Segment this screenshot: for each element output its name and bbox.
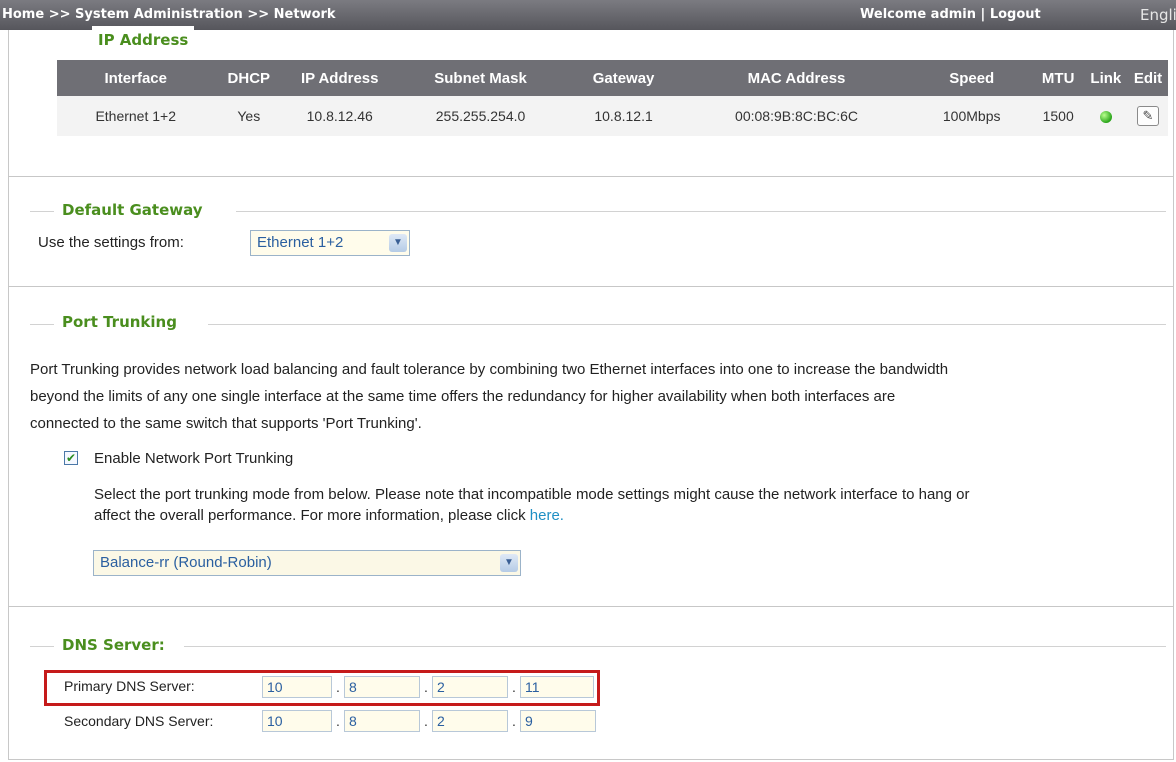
gateway-settings-label: Use the settings from: <box>38 234 184 251</box>
primary-dns-octet-2[interactable] <box>344 676 420 698</box>
ip-address-legend: IP Address <box>92 26 195 46</box>
trunking-mode-select[interactable]: Balance-rr (Round-Robin) ▼ <box>93 550 521 576</box>
interface-table: Interface DHCP IP Address Subnet Mask Ga… <box>57 60 1168 136</box>
cell-subnet-mask: 255.255.254.0 <box>396 96 565 136</box>
section-divider <box>8 176 1174 177</box>
table-header-row: Interface DHCP IP Address Subnet Mask Ga… <box>57 60 1168 96</box>
breadcrumb-separator: >> <box>247 7 270 22</box>
description-line-2: beyond the limits of any one single inte… <box>30 388 896 405</box>
user-welcome: Welcome admin | Logout <box>860 7 1041 22</box>
legend-rule <box>184 646 1166 647</box>
default-gateway-legend: Default Gateway <box>56 201 209 219</box>
breadcrumb-system-administration[interactable]: System Administration <box>75 7 243 22</box>
col-edit: Edit <box>1128 60 1168 96</box>
enable-port-trunking-label[interactable]: Enable Network Port Trunking <box>94 450 293 467</box>
enable-port-trunking-checkbox[interactable]: ✔ <box>64 451 78 465</box>
secondary-dns-octet-3[interactable] <box>432 710 508 732</box>
port-trunking-legend: Port Trunking <box>56 313 183 331</box>
ip-separator: . <box>336 679 340 695</box>
cell-interface: Ethernet 1+2 <box>57 96 215 136</box>
ip-separator: . <box>512 713 516 729</box>
language-selector[interactable]: English <box>1140 6 1176 24</box>
cell-edit: ✎ <box>1128 96 1168 136</box>
col-interface: Interface <box>57 60 215 96</box>
more-info-link[interactable]: here. <box>530 507 564 524</box>
port-trunking-description: Port Trunking provides network load bala… <box>30 356 1170 437</box>
welcome-divider: | <box>980 7 986 22</box>
cell-dhcp: Yes <box>214 96 284 136</box>
primary-dns-octet-4[interactable] <box>520 676 594 698</box>
breadcrumb-separator: >> <box>48 7 71 22</box>
description-line-1: Port Trunking provides network load bala… <box>30 361 949 378</box>
welcome-text: Welcome admin <box>860 7 977 22</box>
mode-description: Select the port trunking mode from below… <box>94 484 1170 526</box>
cell-mac-address: 00:08:9B:8C:BC:6C <box>682 96 911 136</box>
table-row: Ethernet 1+2 Yes 10.8.12.46 255.255.254.… <box>57 96 1168 136</box>
ip-separator: . <box>424 713 428 729</box>
mode-text-line-1: Select the port trunking mode from below… <box>94 486 970 503</box>
col-mtu: MTU <box>1032 60 1084 96</box>
legend-rule <box>30 211 54 212</box>
cell-gateway: 10.8.12.1 <box>564 96 683 136</box>
secondary-dns-octet-4[interactable] <box>520 710 596 732</box>
section-divider <box>8 606 1174 607</box>
legend-rule <box>30 646 54 647</box>
legend-rule <box>30 324 54 325</box>
link-status-icon <box>1099 111 1112 124</box>
chevron-down-icon: ▼ <box>500 554 518 572</box>
cell-speed: 100Mbps <box>910 96 1033 136</box>
secondary-dns-octet-1[interactable] <box>262 710 332 732</box>
col-gateway: Gateway <box>564 60 683 96</box>
cell-link <box>1083 96 1129 136</box>
ip-separator: . <box>424 679 428 695</box>
edit-icon[interactable]: ✎ <box>1137 106 1159 126</box>
ip-separator: . <box>336 713 340 729</box>
cell-ip-address: 10.8.12.46 <box>283 96 397 136</box>
gateway-interface-value: Ethernet 1+2 <box>257 234 344 251</box>
col-mac-address: MAC Address <box>682 60 911 96</box>
col-ip-address: IP Address <box>283 60 397 96</box>
dns-server-legend: DNS Server: <box>56 636 171 654</box>
legend-rule <box>236 211 1166 212</box>
secondary-dns-octet-2[interactable] <box>344 710 420 732</box>
mode-text-line-2-wrap: affect the overall performance. For more… <box>94 505 1170 526</box>
description-line-3: connected to the same switch that suppor… <box>30 415 422 432</box>
primary-dns-label: Primary DNS Server: <box>64 678 195 694</box>
mode-text-line-2: affect the overall performance. For more… <box>94 507 526 524</box>
breadcrumb-network: Network <box>273 7 336 22</box>
ip-separator: . <box>512 679 516 695</box>
col-subnet-mask: Subnet Mask <box>396 60 565 96</box>
breadcrumb-home[interactable]: Home <box>2 7 44 22</box>
logout-link[interactable]: Logout <box>990 7 1041 22</box>
chevron-down-icon: ▼ <box>389 234 407 252</box>
col-dhcp: DHCP <box>214 60 284 96</box>
legend-rule <box>208 324 1166 325</box>
breadcrumb: Home >> System Administration >> Network <box>2 7 336 22</box>
primary-dns-octet-1[interactable] <box>262 676 332 698</box>
secondary-dns-label: Secondary DNS Server: <box>64 713 214 729</box>
gateway-interface-select[interactable]: Ethernet 1+2 ▼ <box>250 230 410 256</box>
trunking-mode-value: Balance-rr (Round-Robin) <box>100 554 272 571</box>
primary-dns-octet-3[interactable] <box>432 676 508 698</box>
col-speed: Speed <box>910 60 1033 96</box>
section-divider <box>8 286 1174 287</box>
col-link: Link <box>1083 60 1129 96</box>
cell-mtu: 1500 <box>1032 96 1084 136</box>
